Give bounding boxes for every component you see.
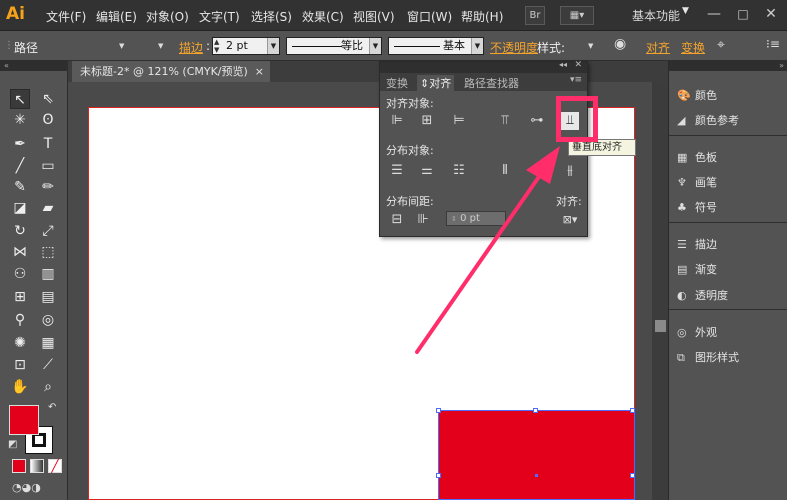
annotation-arrow <box>415 146 560 354</box>
